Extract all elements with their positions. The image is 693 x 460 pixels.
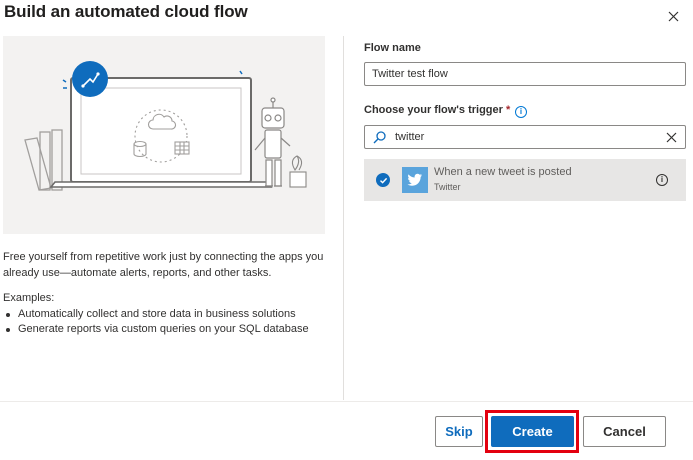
plant-icon xyxy=(289,155,307,188)
list-item: Generate reports via custom queries on y… xyxy=(3,322,309,337)
books-icon xyxy=(24,129,63,191)
required-marker: * xyxy=(505,104,511,116)
clear-icon[interactable] xyxy=(666,132,677,143)
dialog-title: Build an automated cloud flow xyxy=(4,2,248,21)
list-item: Automatically collect and store data in … xyxy=(3,307,309,322)
examples-list: Automatically collect and store data in … xyxy=(3,307,309,337)
flow-illustration xyxy=(3,36,325,234)
footer-divider xyxy=(0,401,693,402)
trigger-info-icon[interactable]: i xyxy=(656,174,668,186)
close-button[interactable] xyxy=(664,7,682,25)
checkmark-icon[interactable] xyxy=(376,173,390,187)
search-input[interactable]: twitter xyxy=(395,131,424,143)
search-icon xyxy=(373,131,386,144)
twitter-icon xyxy=(402,167,428,193)
robot-icon xyxy=(254,97,291,187)
info-icon[interactable]: i xyxy=(515,106,527,118)
examples-heading: Examples: xyxy=(3,292,55,304)
trigger-label: Choose your flow's trigger * xyxy=(364,104,510,116)
flow-name-input[interactable] xyxy=(364,62,686,86)
trigger-name: When a new tweet is posted xyxy=(434,166,572,178)
trigger-option-new-tweet[interactable]: When a new tweet is posted Twitter i xyxy=(364,159,686,201)
close-icon xyxy=(668,11,678,21)
trigger-label-text: Choose your flow's trigger xyxy=(364,104,503,116)
skip-button[interactable]: Skip xyxy=(435,416,483,447)
cancel-button[interactable]: Cancel xyxy=(583,416,666,447)
flow-name-label: Flow name xyxy=(364,42,421,54)
panel-divider xyxy=(343,36,344,400)
create-button[interactable]: Create xyxy=(491,416,574,447)
trigger-search-box[interactable]: twitter xyxy=(364,125,686,149)
trigger-connector: Twitter xyxy=(434,182,461,192)
flow-description: Free yourself from repetitive work just … xyxy=(3,251,324,279)
